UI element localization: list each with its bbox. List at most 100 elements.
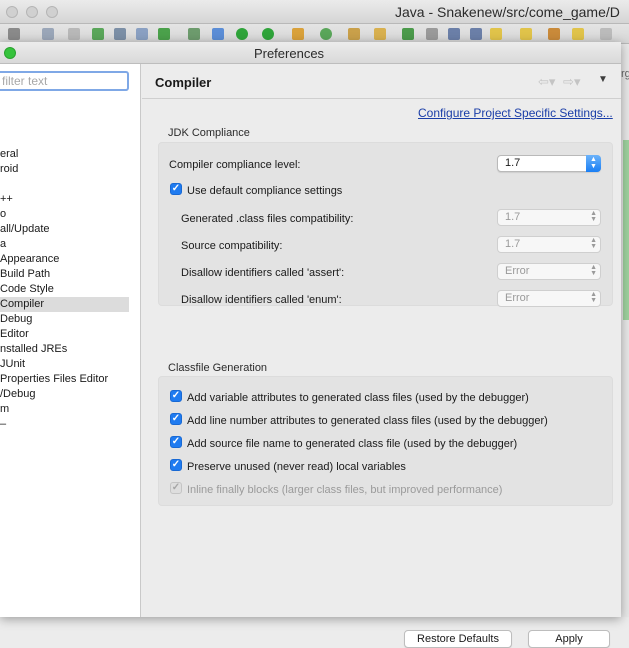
classfile-generation-group: ✓ Add variable attributes to generated cl… (158, 376, 613, 506)
view-menu-icon[interactable]: ▼ (598, 74, 608, 85)
ide-editor-edge (621, 44, 629, 617)
classfile-option-checkbox: ✓ (170, 482, 182, 494)
ide-editor-highlight (623, 140, 629, 320)
tree-item[interactable]: roid (0, 162, 129, 177)
tree-item[interactable]: o (0, 207, 129, 222)
back-nav-icon[interactable]: ⇦▾ (538, 74, 555, 89)
classfile-option-checkbox[interactable]: ✓ (170, 436, 182, 448)
previous-annotation-icon[interactable] (520, 28, 532, 40)
back-icon[interactable] (572, 28, 584, 40)
device-icon[interactable] (114, 28, 126, 40)
classfile-generation-label: Classfile Generation (168, 362, 268, 374)
tree-item[interactable]: m (0, 402, 129, 417)
tree-item[interactable]: Appearance (0, 252, 129, 267)
save-icon[interactable] (42, 28, 54, 40)
tree-item[interactable]: /Debug (0, 387, 129, 402)
mark-occurrences-icon[interactable] (426, 28, 438, 40)
last-edit-icon[interactable] (548, 28, 560, 40)
chevron-updown-icon: ▲ ▼ (590, 291, 597, 304)
ide-toolbar (0, 24, 629, 44)
history-nav: ⇦▾ ⇨▾ (538, 74, 580, 90)
tree-item[interactable]: nstalled JREs (0, 342, 129, 357)
bug-icon[interactable] (188, 28, 200, 40)
chevron-updown-icon: ▲ ▼ (586, 155, 601, 172)
jdk-row-select: Error ▲ ▼ (497, 290, 601, 307)
forward-nav-icon[interactable]: ⇨▾ (563, 74, 580, 89)
dialog-title: Preferences (253, 46, 325, 61)
classfile-option-checkbox[interactable]: ✓ (170, 459, 182, 471)
minimize-window-icon[interactable] (26, 6, 38, 18)
jdk-row-label: Disallow identifiers called 'assert': (181, 267, 345, 279)
jdk-row-select: 1.7 ▲ ▼ (497, 209, 601, 226)
tree-item[interactable]: a (0, 237, 129, 252)
jdk-compliance-label: JDK Compliance (168, 127, 250, 139)
apply-button[interactable]: Apply (528, 630, 610, 648)
jdk-row-label: Generated .class files compatibility: (181, 213, 354, 225)
show-whitespace-icon[interactable] (470, 28, 482, 40)
check-icon[interactable] (158, 28, 170, 40)
ide-titlebar: Java - Snakenew/src/come_game/D (0, 0, 629, 24)
android-sdk-icon[interactable] (92, 28, 104, 40)
new-icon[interactable] (8, 28, 20, 40)
classfile-option-label: Add variable attributes to generated cla… (187, 392, 529, 404)
preferences-tree-panel: eralroid ++oall/UpdateaAppearanceBuild Pa… (0, 64, 141, 617)
run-icon[interactable] (236, 28, 248, 40)
dialog-titlebar: Preferences (0, 42, 621, 64)
tree-item[interactable]: eral (0, 147, 129, 162)
tree-item[interactable]: Editor (0, 327, 129, 342)
tree-item[interactable]: – (0, 417, 129, 432)
block-selection-icon[interactable] (448, 28, 460, 40)
jdk-row-value: Error (505, 265, 530, 277)
external-tools-icon[interactable] (292, 28, 304, 40)
classfile-option-checkbox[interactable]: ✓ (170, 390, 182, 402)
tree-item[interactable]: Build Path (0, 267, 129, 282)
compliance-level-select[interactable]: 1.7 ▲ ▼ (497, 155, 601, 172)
jdk-row-value: Error (505, 292, 530, 304)
filter-input[interactable] (0, 71, 129, 91)
coverage-icon[interactable] (262, 28, 274, 40)
ide-window-title: Java - Snakenew/src/come_game/D (395, 4, 620, 20)
tree-item[interactable]: all/Update (0, 222, 129, 237)
forward-icon[interactable] (600, 28, 612, 40)
lint-icon[interactable] (136, 28, 148, 40)
jdk-row-select: 1.7 ▲ ▼ (497, 236, 601, 253)
title-separator (142, 98, 621, 99)
tree-item[interactable]: ++ (0, 192, 129, 207)
jdk-row-value: 1.7 (505, 238, 521, 250)
classfile-option-label: Add source file name to generated class … (187, 438, 518, 450)
tree-item[interactable]: Code Style (0, 282, 129, 297)
ide-editor-label: rg (621, 68, 629, 80)
classfile-option-label: Inline finally blocks (larger class file… (187, 484, 503, 496)
tree-item[interactable]: Compiler (0, 297, 129, 312)
print-icon[interactable] (68, 28, 80, 40)
compliance-level-label: Compiler compliance level: (169, 159, 301, 171)
jdk-row-label: Source compatibility: (181, 240, 283, 252)
search-icon[interactable] (374, 28, 386, 40)
open-type-icon[interactable] (348, 28, 360, 40)
use-default-label: Use default compliance settings (187, 185, 343, 197)
next-annotation-icon[interactable] (490, 28, 502, 40)
chevron-updown-icon: ▲ ▼ (590, 237, 597, 250)
classfile-option-label: Preserve unused (never read) local varia… (187, 461, 406, 473)
zoom-window-icon[interactable] (46, 6, 58, 18)
use-default-checkbox[interactable]: ✓ (170, 183, 182, 195)
classfile-option-label: Add line number attributes to generated … (187, 415, 548, 427)
jdk-compliance-group: Compiler compliance level: 1.7 ▲ ▼ ✓ Use … (158, 142, 613, 307)
jdk-row-select: Error ▲ ▼ (497, 263, 601, 280)
configure-project-settings-link[interactable]: Configure Project Specific Settings... (418, 106, 613, 120)
preferences-dialog: Preferences eralroid ++oall/UpdateaAppear… (0, 42, 621, 648)
chevron-updown-icon: ▲ ▼ (590, 210, 597, 223)
new-class-icon[interactable] (320, 28, 332, 40)
jdk-row-value: 1.7 (505, 211, 521, 223)
tree-item[interactable]: JUnit (0, 357, 129, 372)
jdk-row-label: Disallow identifiers called 'enum': (181, 294, 342, 306)
open-task-icon[interactable] (402, 28, 414, 40)
tree-item[interactable]: Debug (0, 312, 129, 327)
close-window-icon[interactable] (6, 6, 18, 18)
chevron-updown-icon: ▲ ▼ (590, 264, 597, 277)
classfile-option-checkbox[interactable]: ✓ (170, 413, 182, 425)
tree-item[interactable]: Properties Files Editor (0, 372, 129, 387)
debug-icon[interactable] (212, 28, 224, 40)
compiler-page: Compiler ⇦▾ ⇨▾ ▼ Configure Project Speci… (142, 64, 621, 648)
restore-defaults-button[interactable]: Restore Defaults (404, 630, 512, 648)
